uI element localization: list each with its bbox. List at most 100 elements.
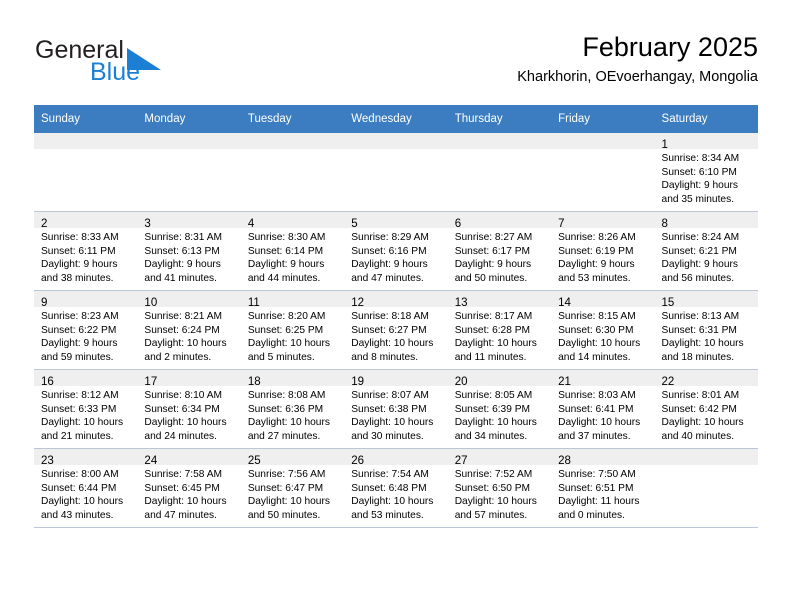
sunrise-text: Sunrise: 7:56 AM	[247, 469, 326, 480]
weekday-header-monday: Monday	[137, 105, 241, 133]
calendar-day-cell[interactable]: 3 Sunrise: 8:31 AM Sunset: 6:13 PM Daylight…	[137, 211, 241, 291]
daylight-text-line1: Daylight: 9 hours	[144, 259, 221, 271]
daylight-text-line2: and 50 minutes.	[454, 272, 528, 284]
calendar-day-cell[interactable]: 21 Sunrise: 8:03 AM Sunset: 6:41 PM Dayligh…	[551, 369, 655, 449]
sunset-text: Sunset: 6:38 PM	[351, 403, 427, 415]
sunset-text: Sunset: 6:17 PM	[454, 245, 531, 257]
calendar-day-cell[interactable]: 9 Sunrise: 8:23 AM Sunset: 6:22 PM Daylight…	[34, 290, 138, 370]
daylight-text-line1: Daylight: 10 hours	[41, 496, 124, 508]
sunrise-text: Sunrise: 8:33 AM	[41, 232, 119, 243]
sunrise-text: Sunrise: 8:01 AM	[661, 390, 740, 401]
day-number: 8	[661, 218, 668, 230]
calendar-day-cell[interactable]: 14 Sunrise: 8:15 AM Sunset: 6:30 PM Dayligh…	[551, 290, 655, 370]
calendar-day-cell[interactable]: 15 Sunrise: 8:13 AM Sunset: 6:31 PM Dayligh…	[654, 290, 758, 370]
daylight-text-line1: Daylight: 9 hours	[247, 259, 325, 271]
sunrise-text: Sunrise: 8:23 AM	[41, 311, 119, 322]
calendar-day-cell[interactable]: 25 Sunrise: 7:56 AM Sunset: 6:47 PM Dayligh…	[240, 448, 345, 528]
daylight-text-line1: Daylight: 10 hours	[661, 338, 744, 350]
calendar-day-cell[interactable]: 8 Sunrise: 8:24 AM Sunset: 6:21 PM Daylight…	[654, 211, 758, 291]
day-number: 13	[454, 297, 468, 309]
sunrise-text: Sunrise: 8:10 AM	[144, 390, 223, 401]
page-title: February 2025	[582, 32, 758, 62]
daylight-text-line2: and 53 minutes.	[558, 272, 631, 284]
daylight-text-line1: Daylight: 10 hours	[247, 338, 330, 350]
daylight-text-line2: and 14 minutes.	[558, 351, 631, 363]
title-block: February 2025 Kharkhorin, OEvoerhangay, …	[517, 30, 758, 87]
calendar-day-cell[interactable]: 5 Sunrise: 8:29 AM Sunset: 6:16 PM Daylight…	[344, 211, 448, 291]
daylight-text-line1: Daylight: 9 hours	[351, 259, 428, 271]
calendar-table: Sunday Monday Tuesday Wednesday Thursday…	[34, 105, 758, 528]
daylight-text-line2: and 34 minutes.	[454, 430, 528, 442]
calendar-week-row: 23 Sunrise: 8:00 AM Sunset: 6:44 PM Dayligh…	[34, 448, 758, 528]
sunrise-text: Sunrise: 8:00 AM	[41, 469, 119, 480]
calendar-day-cell[interactable]: 17 Sunrise: 8:10 AM Sunset: 6:34 PM Dayligh…	[137, 369, 241, 449]
day-number: 14	[558, 297, 571, 309]
sunrise-text: Sunrise: 8:30 AM	[247, 232, 326, 243]
calendar-cell-empty	[551, 133, 655, 212]
calendar-day-cell[interactable]: 23 Sunrise: 8:00 AM Sunset: 6:44 PM Dayligh…	[34, 448, 138, 528]
calendar-body: 1 Sunrise: 8:34 AM Sunset: 6:10 PM Daylight…	[34, 133, 758, 528]
calendar-day-cell[interactable]: 4 Sunrise: 8:30 AM Sunset: 6:14 PM Daylight…	[240, 211, 345, 291]
calendar-day-cell[interactable]: 20 Sunrise: 8:05 AM Sunset: 6:39 PM Dayligh…	[447, 369, 552, 449]
general-blue-logo[interactable]: General Blue	[34, 36, 264, 94]
daylight-text-line2: and 50 minutes.	[247, 509, 321, 521]
sunrise-text: Sunrise: 8:29 AM	[351, 232, 429, 243]
sunset-text: Sunset: 6:50 PM	[454, 482, 531, 494]
sunrise-text: Sunrise: 8:20 AM	[247, 311, 326, 322]
calendar-day-cell[interactable]: 6 Sunrise: 8:27 AM Sunset: 6:17 PM Daylight…	[447, 211, 552, 291]
day-number: 10	[144, 297, 158, 309]
daylight-text-line2: and 27 minutes.	[247, 430, 321, 442]
calendar-cell-empty	[447, 133, 552, 212]
sunrise-text: Sunrise: 8:12 AM	[41, 390, 119, 401]
day-number: 19	[351, 376, 365, 388]
calendar-day-cell[interactable]: 19 Sunrise: 8:07 AM Sunset: 6:38 PM Dayligh…	[344, 369, 448, 449]
calendar-day-cell[interactable]: 22 Sunrise: 8:01 AM Sunset: 6:42 PM Dayligh…	[654, 369, 758, 449]
calendar-day-cell[interactable]: 1 Sunrise: 8:34 AM Sunset: 6:10 PM Daylight…	[654, 133, 758, 212]
sunrise-text: Sunrise: 8:03 AM	[558, 390, 636, 401]
calendar-day-cell[interactable]: 2 Sunrise: 8:33 AM Sunset: 6:11 PM Daylight…	[34, 211, 138, 291]
sunrise-text: Sunrise: 8:27 AM	[454, 232, 533, 243]
day-number: 28	[558, 455, 571, 467]
calendar-day-cell[interactable]: 16 Sunrise: 8:12 AM Sunset: 6:33 PM Dayligh…	[34, 369, 138, 449]
calendar-day-cell[interactable]: 11 Sunrise: 8:20 AM Sunset: 6:25 PM Dayligh…	[240, 290, 345, 370]
daylight-text-line1: Daylight: 9 hours	[454, 259, 532, 271]
daylight-text-line2: and 43 minutes.	[41, 509, 114, 521]
calendar-day-cell[interactable]: 10 Sunrise: 8:21 AM Sunset: 6:24 PM Dayligh…	[137, 290, 241, 370]
sunset-text: Sunset: 6:41 PM	[558, 403, 634, 415]
sunrise-text: Sunrise: 8:07 AM	[351, 390, 429, 401]
day-number: 5	[351, 218, 358, 230]
calendar-day-cell[interactable]: 7 Sunrise: 8:26 AM Sunset: 6:19 PM Daylight…	[551, 211, 655, 291]
day-number: 3	[144, 218, 151, 230]
day-number: 11	[247, 297, 260, 309]
daylight-text-line2: and 18 minutes.	[661, 351, 735, 363]
calendar-day-cell[interactable]: 28 Sunrise: 7:50 AM Sunset: 6:51 PM Dayligh…	[551, 448, 655, 528]
calendar-day-cell[interactable]: 27 Sunrise: 7:52 AM Sunset: 6:50 PM Dayligh…	[447, 448, 552, 528]
sunset-text: Sunset: 6:11 PM	[41, 245, 116, 257]
calendar-day-cell[interactable]: 26 Sunrise: 7:54 AM Sunset: 6:48 PM Dayligh…	[344, 448, 448, 528]
calendar-week-row: 16 Sunrise: 8:12 AM Sunset: 6:33 PM Dayligh…	[34, 369, 758, 449]
daylight-text-line1: Daylight: 9 hours	[558, 259, 635, 271]
day-number: 12	[351, 297, 365, 309]
sunrise-text: Sunrise: 8:21 AM	[144, 311, 223, 322]
daylight-text-line1: Daylight: 10 hours	[351, 338, 434, 350]
calendar-day-cell[interactable]: 24 Sunrise: 7:58 AM Sunset: 6:45 PM Dayligh…	[137, 448, 241, 528]
page-header: General Blue February 2025 Kharkhorin, O…	[34, 30, 758, 98]
daylight-text-line1: Daylight: 10 hours	[144, 338, 227, 350]
calendar-week-row: 2 Sunrise: 8:33 AM Sunset: 6:11 PM Daylight…	[34, 211, 758, 291]
sunrise-text: Sunrise: 7:50 AM	[558, 469, 636, 480]
sunset-text: Sunset: 6:25 PM	[247, 324, 324, 336]
calendar-day-cell[interactable]: 13 Sunrise: 8:17 AM Sunset: 6:28 PM Dayligh…	[447, 290, 552, 370]
daylight-text-line1: Daylight: 9 hours	[661, 180, 738, 192]
calendar-day-cell[interactable]: 18 Sunrise: 8:08 AM Sunset: 6:36 PM Dayligh…	[240, 369, 345, 449]
calendar-week-row: 1 Sunrise: 8:34 AM Sunset: 6:10 PM Daylight…	[34, 133, 758, 212]
sunrise-text: Sunrise: 8:13 AM	[661, 311, 740, 322]
sunset-text: Sunset: 6:21 PM	[661, 245, 737, 257]
weekday-header-thursday: Thursday	[447, 105, 552, 133]
calendar-cell-empty	[654, 448, 758, 528]
day-number: 17	[144, 376, 158, 388]
daylight-text-line1: Daylight: 10 hours	[247, 417, 330, 429]
calendar-day-cell[interactable]: 12 Sunrise: 8:18 AM Sunset: 6:27 PM Dayligh…	[344, 290, 448, 370]
calendar-cell-empty	[34, 133, 138, 212]
day-number: 1	[661, 139, 668, 151]
sunset-text: Sunset: 6:33 PM	[41, 403, 117, 415]
